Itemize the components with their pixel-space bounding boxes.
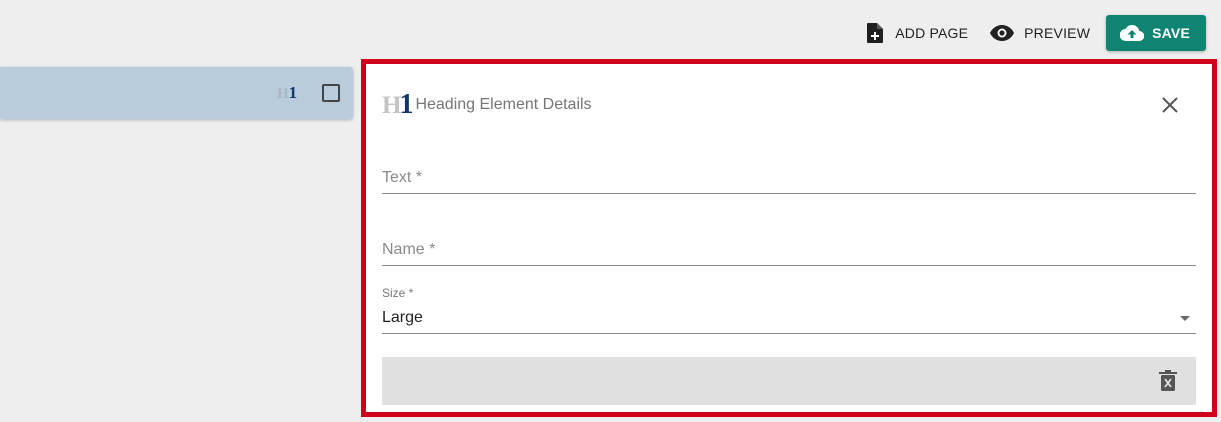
preview-label: PREVIEW bbox=[1024, 24, 1091, 41]
size-select-value: Large bbox=[382, 309, 423, 326]
toolbar: ADD PAGE PREVIEW SAVE bbox=[857, 14, 1206, 51]
heading-h1-icon: H1 bbox=[382, 88, 413, 120]
add-page-button[interactable]: ADD PAGE bbox=[857, 15, 976, 51]
delete-icon[interactable] bbox=[1158, 370, 1178, 392]
panel-header: H1 Heading Element Details bbox=[382, 89, 1196, 121]
panel-footer bbox=[382, 357, 1196, 405]
element-select-checkbox[interactable] bbox=[322, 84, 340, 102]
name-field-label: Name * bbox=[382, 241, 436, 258]
panel-body: H1 Heading Element Details Text * Name *… bbox=[372, 67, 1206, 409]
close-icon[interactable] bbox=[1158, 93, 1182, 117]
size-select[interactable]: Size * Large bbox=[382, 284, 1196, 334]
size-field-label: Size * bbox=[382, 286, 414, 300]
eye-icon bbox=[990, 24, 1015, 41]
save-button[interactable]: SAVE bbox=[1106, 14, 1206, 51]
text-field-label: Text * bbox=[382, 169, 423, 186]
cloud-upload-icon bbox=[1120, 24, 1145, 41]
heading-h1-icon: H1 bbox=[277, 83, 298, 103]
panel-title: Heading Element Details bbox=[415, 96, 592, 113]
add-page-icon bbox=[867, 22, 884, 43]
text-field[interactable]: Text * bbox=[382, 164, 1196, 194]
preview-button[interactable]: PREVIEW bbox=[982, 15, 1098, 51]
name-field[interactable]: Name * bbox=[382, 236, 1196, 266]
dropdown-arrow-icon bbox=[1180, 316, 1190, 321]
add-page-label: ADD PAGE bbox=[895, 24, 969, 41]
heading-element-card[interactable]: H1 bbox=[0, 67, 353, 119]
heading-details-panel: H1 Heading Element Details Text * Name *… bbox=[361, 59, 1217, 417]
save-label: SAVE bbox=[1152, 24, 1190, 41]
